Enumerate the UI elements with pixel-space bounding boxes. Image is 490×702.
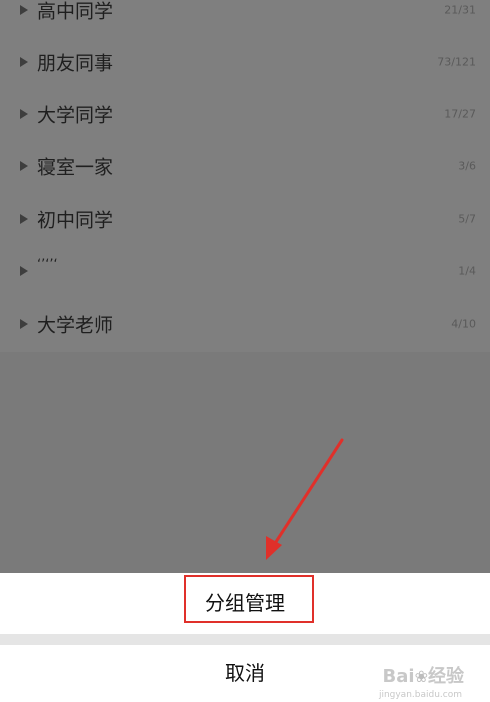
group-row-6[interactable]: 大学老师 4/10 [0, 298, 490, 350]
group-manage-button[interactable]: 分组管理 [0, 573, 490, 634]
expand-arrow-icon [20, 57, 28, 67]
sheet-divider [0, 634, 490, 645]
expand-arrow-icon [20, 214, 28, 224]
group-count: 4/10 [451, 317, 476, 331]
paw-icon: ❀ [414, 667, 428, 686]
group-name: 高中同学 [37, 0, 114, 23]
group-row-2[interactable]: 大学同学 17/27 [0, 88, 490, 140]
group-row-0[interactable]: 高中同学 21/31 [0, 0, 490, 36]
group-count: 5/7 [458, 212, 476, 226]
modal-backdrop[interactable] [0, 352, 490, 573]
expand-arrow-icon [20, 109, 28, 119]
group-row-1[interactable]: 朋友同事 73/121 [0, 36, 490, 88]
group-count: 17/27 [444, 107, 476, 121]
group-name: 寝室一家 [37, 156, 114, 179]
group-row-4[interactable]: 初中同学 5/7 [0, 193, 490, 245]
group-name: 大学老师 [37, 314, 114, 337]
group-name: 朋友同事 [37, 52, 114, 75]
group-count: 21/31 [444, 3, 476, 17]
baidu-jingyan-watermark: Bai❀经验 [383, 662, 464, 688]
group-count: 1/4 [458, 264, 476, 278]
expand-arrow-icon [20, 161, 28, 171]
expand-arrow-icon [20, 5, 28, 15]
watermark-text: Bai [382, 666, 415, 687]
group-row-5[interactable]: ‘’‘’‘ 1/4 [0, 245, 490, 297]
group-row-3[interactable]: 寝室一家 3/6 [0, 140, 490, 192]
expand-arrow-icon [20, 266, 28, 276]
group-count: 73/121 [437, 55, 476, 69]
group-list: 高中同学 21/31 朋友同事 73/121 大学同学 17/27 寝室一家 3… [0, 0, 490, 352]
expand-arrow-icon [20, 319, 28, 329]
group-name: 大学同学 [37, 104, 114, 127]
watermark-url: jingyan.baidu.com [378, 690, 462, 700]
group-name: ‘’‘’‘ [37, 257, 58, 273]
watermark-suffix: 经验 [428, 666, 464, 687]
group-name: 初中同学 [37, 209, 114, 232]
group-count: 3/6 [458, 159, 476, 173]
